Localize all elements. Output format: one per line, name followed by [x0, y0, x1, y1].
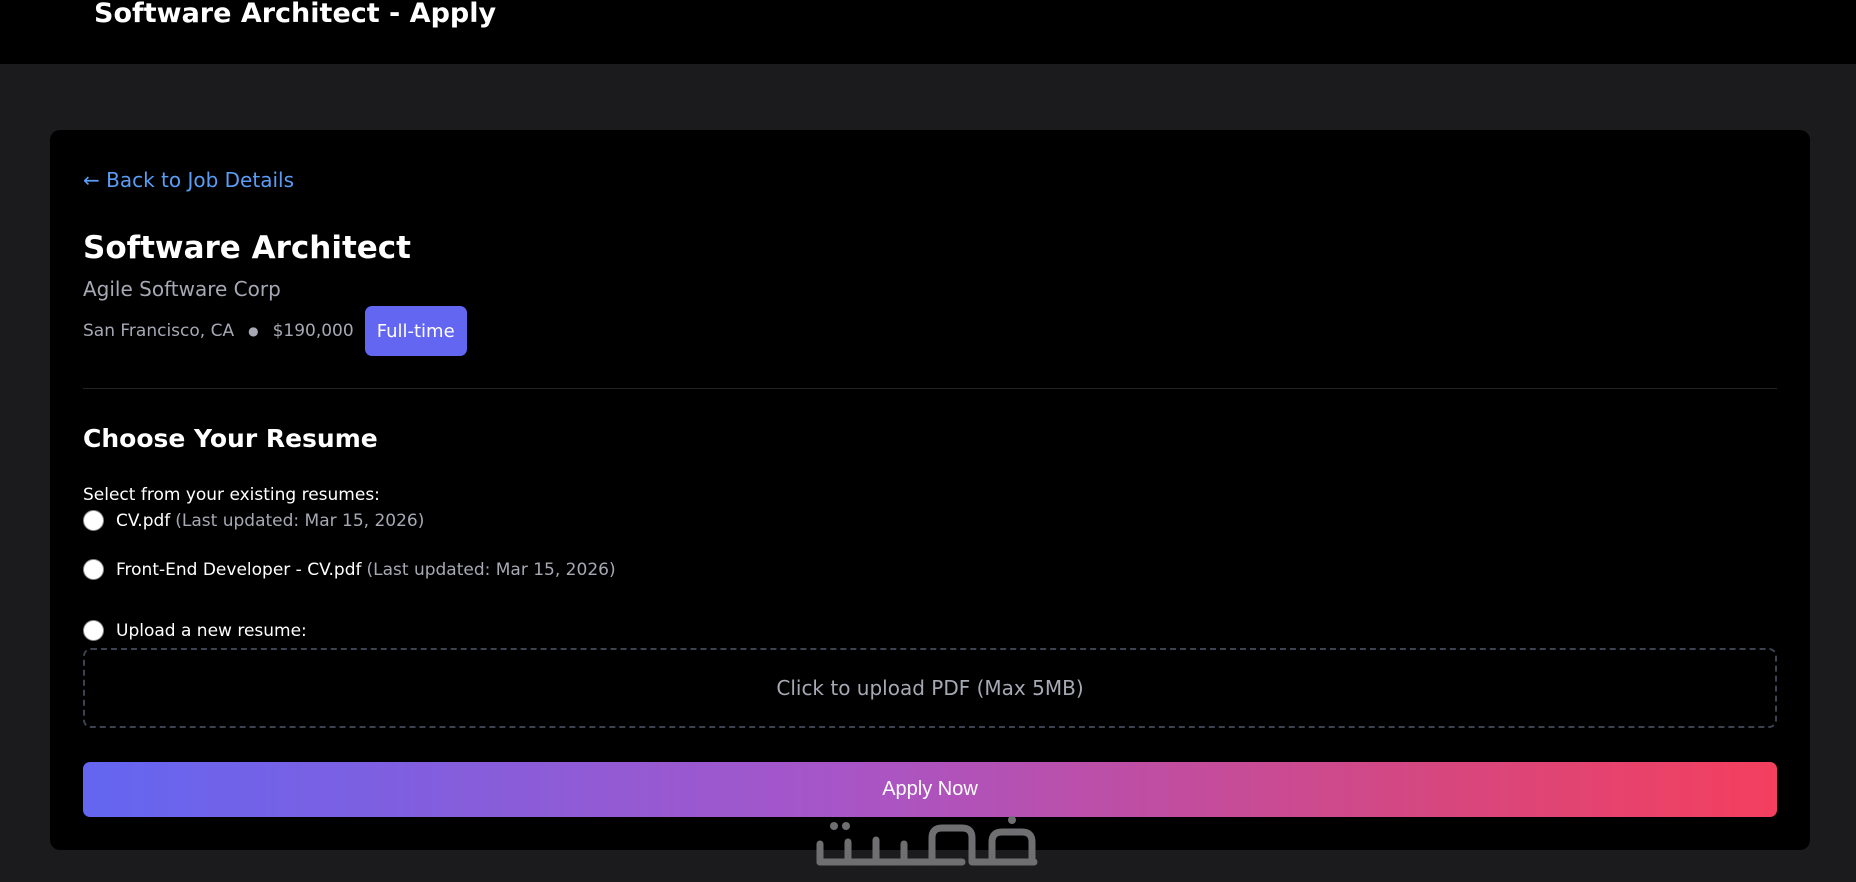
resume-radio-front-end-cv[interactable]: [83, 559, 104, 580]
resume-last-updated: (Last updated: Mar 15, 2026): [366, 559, 616, 580]
application-card: ← Back to Job Details Software Architect…: [50, 130, 1810, 850]
top-header-bar: Software Architect - Apply: [0, 0, 1856, 64]
job-salary: $190,000: [272, 321, 354, 341]
company-name: Agile Software Corp: [83, 277, 281, 301]
resume-file-name: Front-End Developer - CV.pdf: [116, 559, 362, 580]
pdf-upload-dropzone[interactable]: Click to upload PDF (Max 5MB): [83, 648, 1777, 728]
upload-dropzone-text: Click to upload PDF (Max 5MB): [776, 676, 1084, 700]
upload-new-resume-label: Upload a new resume:: [116, 620, 307, 641]
upload-new-resume-option[interactable]: Upload a new resume:: [83, 620, 307, 641]
resume-last-updated: (Last updated: Mar 15, 2026): [175, 510, 425, 531]
upload-new-resume-radio[interactable]: [83, 620, 104, 641]
page-header-title: Software Architect - Apply: [94, 0, 497, 29]
meta-separator: ●: [248, 324, 259, 338]
job-type-badge: Full-time: [364, 306, 467, 356]
khamsat-watermark-logo: [816, 816, 1038, 866]
existing-resumes-label: Select from your existing resumes:: [83, 485, 380, 505]
resume-option-cv[interactable]: CV.pdf (Last updated: Mar 15, 2026): [83, 510, 424, 531]
resume-section-title: Choose Your Resume: [83, 424, 378, 453]
resume-radio-cv[interactable]: [83, 510, 104, 531]
resume-file-name: CV.pdf: [116, 510, 171, 531]
resume-option-front-end-cv[interactable]: Front-End Developer - CV.pdf (Last updat…: [83, 559, 616, 580]
apply-now-button[interactable]: Apply Now: [83, 762, 1777, 817]
section-divider: [83, 388, 1777, 389]
job-location: San Francisco, CA: [83, 321, 235, 341]
job-meta-row: San Francisco, CA ● $190,000 Full-time: [83, 306, 467, 356]
job-title: Software Architect: [83, 230, 411, 266]
back-to-job-details-link[interactable]: ← Back to Job Details: [83, 168, 294, 192]
